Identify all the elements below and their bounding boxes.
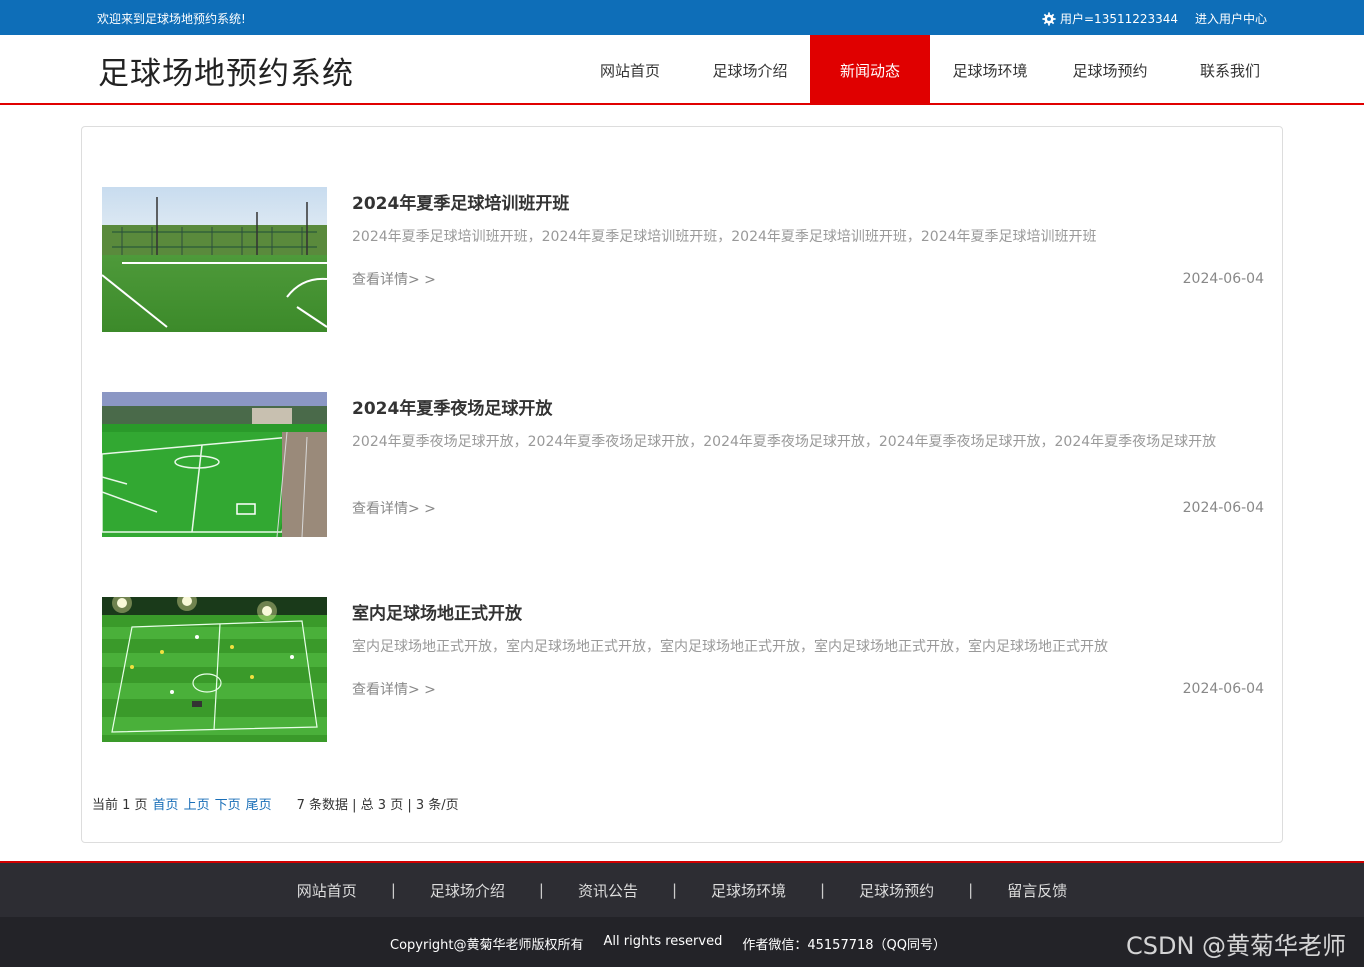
nav-item-environment[interactable]: 足球场环境 <box>930 35 1050 105</box>
pager-current: 当前 1 页 <box>92 798 148 813</box>
news-item: 2024年夏季夜场足球开放 2024年夏季夜场足球开放，2024年夏季夜场足球开… <box>102 392 1264 538</box>
copyright-text: Copyright@黄菊华老师版权所有 <box>390 938 584 953</box>
user-center-link[interactable]: 进入用户中心 <box>1195 10 1267 27</box>
footer-link-feedback[interactable]: 留言反馈 <box>1007 880 1067 901</box>
separator: | <box>820 881 826 899</box>
pager-next[interactable]: 下页 <box>215 794 241 813</box>
footer-link-notice[interactable]: 资讯公告 <box>578 880 638 901</box>
news-list-panel: 2024年夏季足球培训班开班 2024年夏季足球培训班开班，2024年夏季足球培… <box>81 126 1283 843</box>
rights-text: All rights reserved <box>603 934 723 949</box>
news-item: 室内足球场地正式开放 室内足球场地正式开放，室内足球场地正式开放，室内足球场地正… <box>102 597 1264 743</box>
gear-icon <box>1042 11 1056 26</box>
news-summary: 室内足球场地正式开放，室内足球场地正式开放，室内足球场地正式开放，室内足球场地正… <box>352 639 1108 655</box>
welcome-text: 欢迎来到足球场地预约系统! <box>97 12 246 26</box>
separator: | <box>538 881 544 899</box>
footer-link-intro[interactable]: 足球场介绍 <box>430 880 505 901</box>
top-bar: 欢迎来到足球场地预约系统! 用户=13511223344 进入用户中心 <box>0 0 1364 35</box>
pager-first[interactable]: 首页 <box>153 794 179 813</box>
news-title[interactable]: 室内足球场地正式开放 <box>352 599 522 624</box>
pager-last[interactable]: 尾页 <box>246 794 272 813</box>
news-date: 2024-06-04 <box>1182 681 1264 697</box>
header: 足球场地预约系统 网站首页 足球场介绍 新闻动态 足球场环境 足球场预约 联系我… <box>0 35 1364 105</box>
nav-item-contact[interactable]: 联系我们 <box>1170 35 1290 105</box>
nav-item-home[interactable]: 网站首页 <box>570 35 690 105</box>
footer-link-environment[interactable]: 足球场环境 <box>711 880 786 901</box>
separator: | <box>968 881 974 899</box>
site-title: 足球场地预约系统 <box>98 56 354 92</box>
news-thumbnail[interactable] <box>102 392 327 537</box>
footer-link-home[interactable]: 网站首页 <box>297 880 357 901</box>
news-summary: 2024年夏季夜场足球开放，2024年夏季夜场足球开放，2024年夏季夜场足球开… <box>352 434 1217 450</box>
main-nav: 网站首页 足球场介绍 新闻动态 足球场环境 足球场预约 联系我们 <box>570 35 1290 105</box>
footer-link-booking[interactable]: 足球场预约 <box>859 880 934 901</box>
read-more-link[interactable]: 查看详情> > <box>352 498 436 518</box>
nav-item-news[interactable]: 新闻动态 <box>810 35 930 105</box>
read-more-link[interactable]: 查看详情> > <box>352 269 436 289</box>
news-date: 2024-06-04 <box>1182 500 1264 516</box>
read-more-link[interactable]: 查看详情> > <box>352 679 436 699</box>
news-summary: 2024年夏季足球培训班开班，2024年夏季足球培训班开班，2024年夏季足球培… <box>352 229 1097 245</box>
pagination: 当前 1 页 首页 上页 下页 尾页 7 条数据 | 总 3 页 | 3 条/页 <box>92 794 459 813</box>
csdn-watermark: CSDN @黄菊华老师 <box>1126 932 1347 960</box>
wechat-text: 作者微信：45157718（QQ同号） <box>742 938 946 953</box>
footer-nav: 网站首页 | 足球场介绍 | 资讯公告 | 足球场环境 | 足球场预约 | 留言反馈 <box>0 861 1364 917</box>
user-label: 用户=13511223344 <box>1060 12 1179 26</box>
news-date: 2024-06-04 <box>1182 271 1264 287</box>
nav-item-intro[interactable]: 足球场介绍 <box>690 35 810 105</box>
news-item: 2024年夏季足球培训班开班 2024年夏季足球培训班开班，2024年夏季足球培… <box>102 187 1264 333</box>
news-title[interactable]: 2024年夏季夜场足球开放 <box>352 394 552 419</box>
user-info: 用户=13511223344 <box>1042 10 1178 27</box>
pager-prev[interactable]: 上页 <box>184 794 210 813</box>
news-thumbnail[interactable] <box>102 597 327 742</box>
copyright-block: Copyright@黄菊华老师版权所有 All rights reserved … <box>390 934 966 953</box>
nav-item-booking[interactable]: 足球场预约 <box>1050 35 1170 105</box>
separator: | <box>671 881 678 899</box>
separator: | <box>390 881 396 899</box>
news-thumbnail[interactable] <box>102 187 327 332</box>
pager-stats: 7 条数据 | 总 3 页 | 3 条/页 <box>296 798 459 813</box>
news-title[interactable]: 2024年夏季足球培训班开班 <box>352 189 569 214</box>
